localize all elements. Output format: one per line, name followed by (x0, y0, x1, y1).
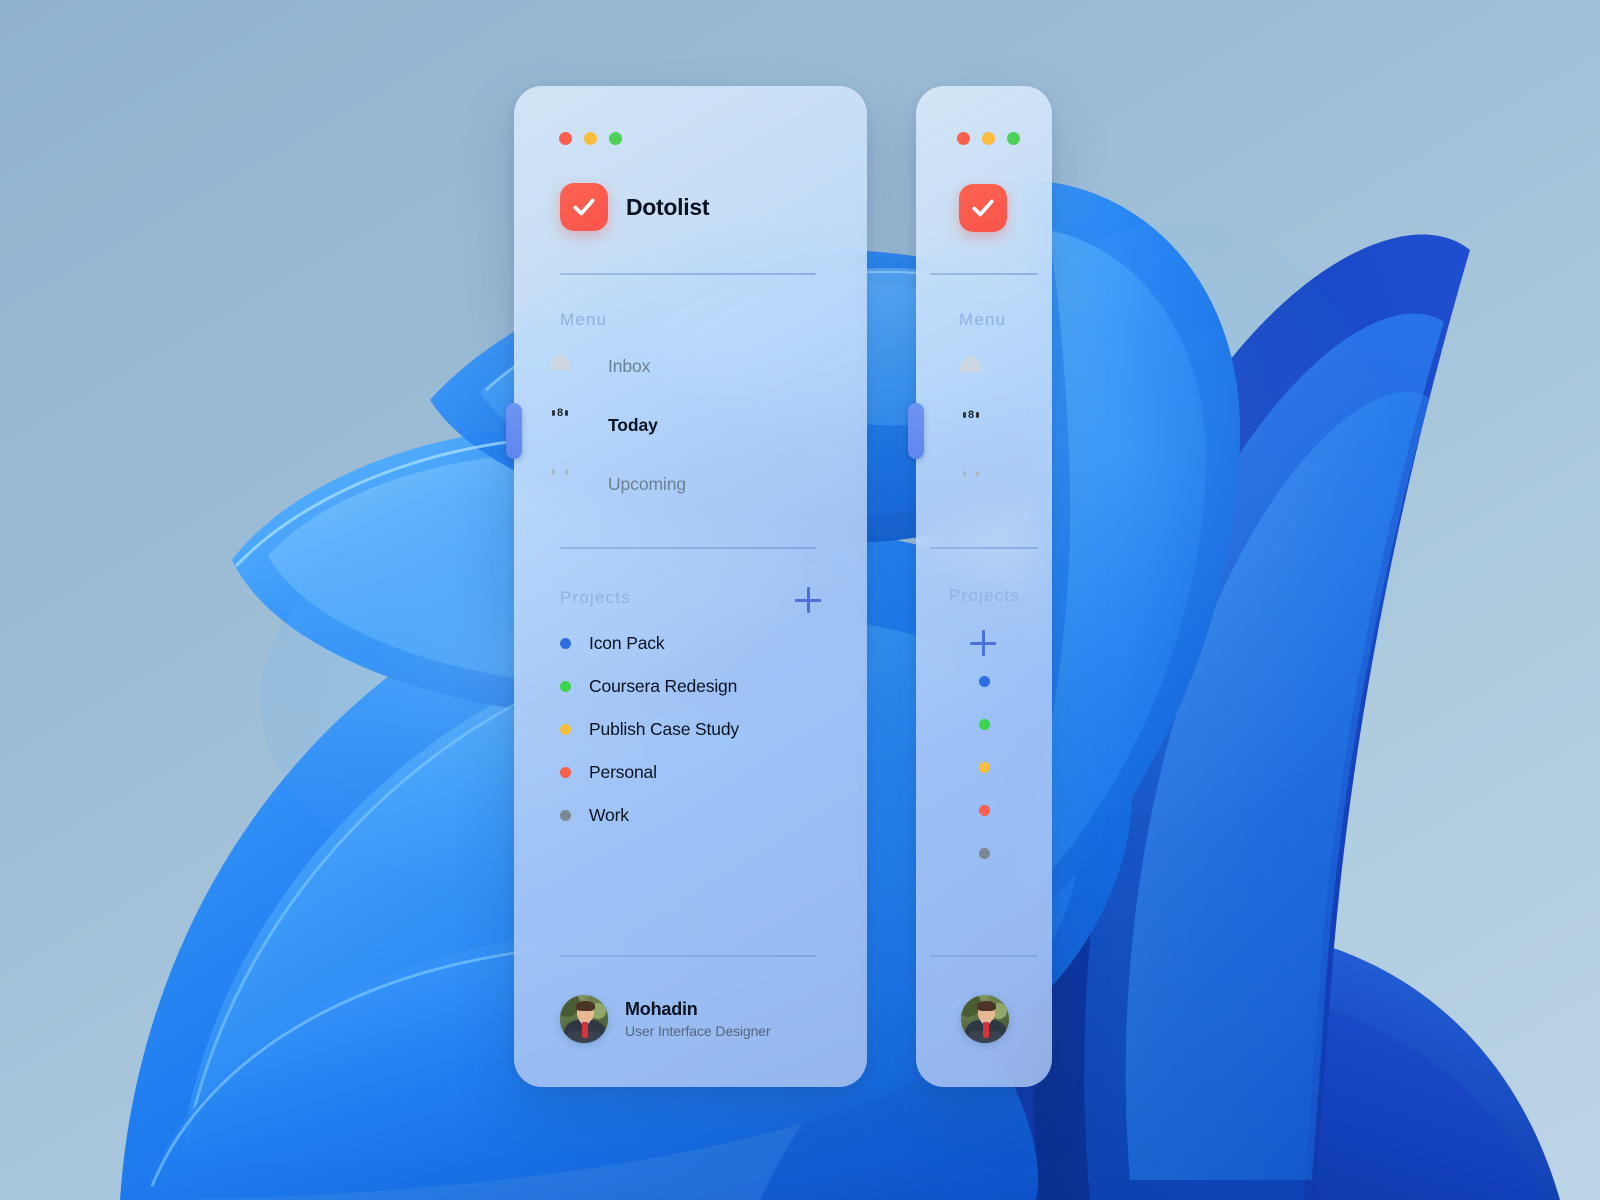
app-brand[interactable]: Dotolist (560, 183, 710, 231)
project-item-icon-pack-collapsed[interactable] (978, 670, 990, 692)
project-item-work[interactable]: Work (560, 804, 820, 826)
project-color-dot (978, 761, 990, 773)
projects-list: Icon Pack Coursera Redesign Publish Case… (560, 632, 820, 826)
divider-top-collapsed (930, 273, 1038, 275)
project-label: Work (589, 804, 629, 825)
divider-bottom (560, 955, 816, 957)
menu-item-today-collapsed[interactable]: 8 (963, 409, 997, 444)
avatar (560, 995, 608, 1043)
project-color-dot (978, 847, 990, 859)
menu-item-label: Today (608, 415, 658, 435)
add-project-button-collapsed[interactable] (970, 630, 996, 656)
project-label: Coursera Redesign (589, 675, 738, 696)
check-icon (959, 184, 1007, 232)
project-color-dot (560, 680, 571, 692)
section-label-projects: Projects (560, 588, 632, 607)
window-controls-collapsed (957, 132, 1020, 145)
project-color-dot (560, 723, 571, 735)
user-name: Mohadin (625, 999, 698, 1019)
project-label: Personal (589, 761, 657, 782)
project-item-personal-collapsed[interactable] (978, 799, 990, 821)
menu-list: Inbox 8 Today Upcoming (552, 350, 820, 501)
project-color-dot (978, 675, 990, 687)
menu-item-inbox[interactable]: Inbox (560, 350, 820, 383)
panel-resize-handle[interactable] (506, 403, 522, 459)
section-label-projects-collapsed: Projects (949, 586, 1021, 605)
project-label: Icon Pack (589, 632, 665, 653)
inbox-icon (560, 354, 586, 380)
user-role: User Interface Designer (625, 1023, 771, 1039)
calendar-upcoming-icon (552, 468, 586, 498)
project-item-coursera-redesign[interactable]: Coursera Redesign (560, 675, 820, 697)
section-label-menu-collapsed: Menu (959, 310, 1007, 329)
menu-item-inbox-collapsed[interactable] (971, 352, 997, 385)
panel-resize-handle-collapsed[interactable] (908, 403, 924, 459)
app-title: Dotolist (626, 193, 710, 220)
maximize-button[interactable] (1007, 132, 1020, 145)
check-icon (560, 183, 608, 231)
menu-item-today[interactable]: 8 Today (552, 407, 820, 442)
project-item-publish-case-study-collapsed[interactable] (978, 756, 990, 778)
app-brand-collapsed[interactable] (959, 184, 1007, 232)
project-item-coursera-redesign-collapsed[interactable] (978, 713, 990, 735)
user-profile[interactable]: Mohadin User Interface Designer (560, 995, 771, 1043)
project-label: Publish Case Study (589, 718, 740, 739)
close-button[interactable] (559, 132, 572, 145)
projects-list-collapsed (967, 670, 1001, 864)
project-item-publish-case-study[interactable]: Publish Case Study (560, 718, 820, 740)
inbox-icon (971, 356, 997, 382)
project-item-personal[interactable]: Personal (560, 761, 820, 783)
calendar-upcoming-icon (963, 470, 997, 500)
calendar-day-icon: 8 (552, 407, 586, 439)
project-color-dot (560, 637, 571, 649)
maximize-button[interactable] (609, 132, 622, 145)
divider-bottom-collapsed (930, 955, 1038, 957)
project-color-dot (978, 804, 990, 816)
calendar-day-icon: 8 (963, 409, 997, 441)
close-button[interactable] (957, 132, 970, 145)
menu-item-upcoming-collapsed[interactable] (963, 470, 997, 503)
minimize-button[interactable] (982, 132, 995, 145)
screen: Dotolist Menu Inbox 8 Today Upcoming Pro… (0, 0, 1600, 1200)
menu-item-label: Inbox (608, 356, 651, 376)
minimize-button[interactable] (584, 132, 597, 145)
project-color-dot (978, 718, 990, 730)
project-color-dot (560, 766, 571, 778)
project-color-dot (560, 809, 571, 821)
user-profile-collapsed[interactable] (961, 995, 1009, 1043)
menu-item-label: Upcoming (608, 474, 686, 494)
project-item-work-collapsed[interactable] (978, 842, 990, 864)
divider-middle-collapsed (930, 547, 1038, 549)
avatar (961, 995, 1009, 1043)
divider-middle (560, 547, 816, 549)
section-label-menu: Menu (560, 310, 608, 329)
divider-top (560, 273, 816, 275)
add-project-button[interactable] (795, 587, 821, 613)
project-item-icon-pack[interactable]: Icon Pack (560, 632, 820, 654)
menu-list-collapsed: 8 (963, 352, 1001, 503)
window-controls (559, 132, 622, 145)
menu-item-upcoming[interactable]: Upcoming (552, 468, 820, 501)
